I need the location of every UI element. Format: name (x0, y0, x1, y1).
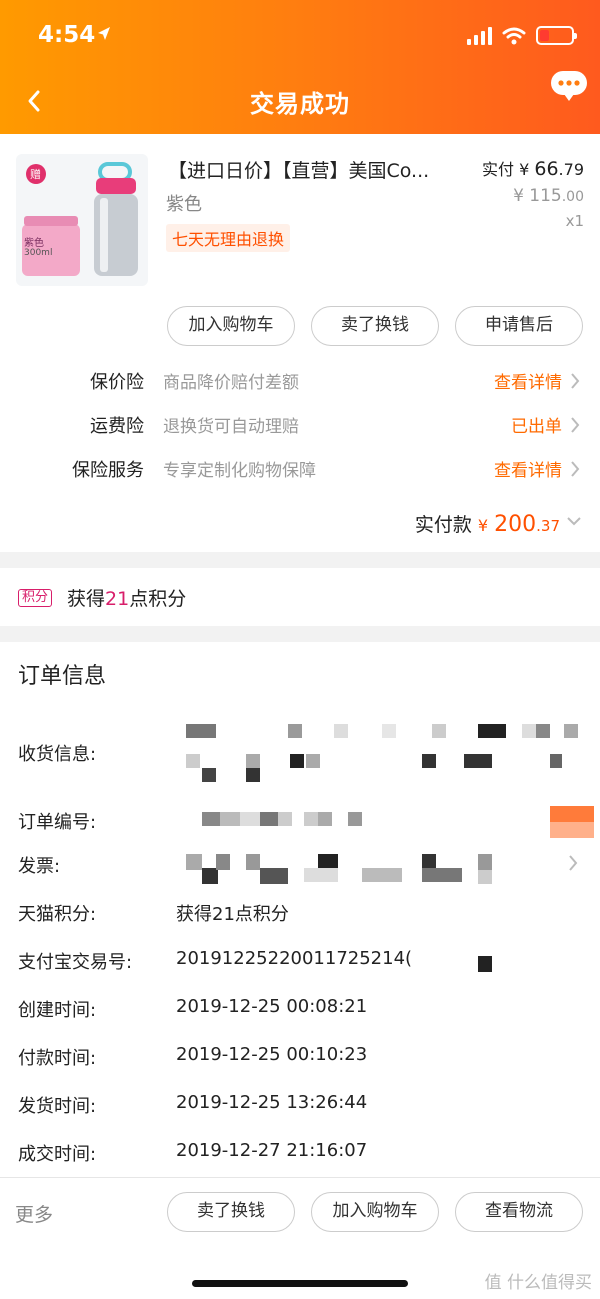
points-text-pre: 获得 (67, 588, 106, 610)
home-indicator[interactable] (192, 1280, 408, 1287)
bottom-action-bar: 更多 卖了换钱 加入购物车 查看物流 值 什么值得买 (0, 1177, 600, 1299)
thumb-color-label: 紫色 (24, 238, 44, 249)
paid-price-dec: .79 (558, 160, 584, 179)
tmall-points-label: 天猫积分: (18, 904, 97, 925)
product-spec: 紫色 (166, 194, 202, 215)
watermark: 值 什么值得买 (484, 1273, 592, 1293)
shipped-time-value: 2019-12-25 13:26:44 (176, 1092, 368, 1113)
order-number-label: 订单编号: (18, 812, 97, 833)
shipped-time-label: 发货时间: (18, 1096, 97, 1117)
insurance-desc: 退换货可自动理赔 (163, 417, 299, 437)
location-arrow-icon (98, 27, 110, 40)
insurance-link[interactable]: 查看详情 (494, 456, 562, 481)
insurance-label: 保险服务 (72, 460, 144, 481)
product-card: 赠 紫色 300ml 【进口日价】【直营】美国Co... 紫色 七天无理由退换 … (0, 134, 600, 552)
bottom-add-to-cart-button[interactable]: 加入购物车 (311, 1192, 439, 1232)
paid-time-value: 2019-12-25 00:10:23 (176, 1044, 368, 1065)
deal-time-label: 成交时间: (18, 1144, 97, 1165)
total-paid: 实付款 ¥ 200.37 (415, 510, 560, 537)
wifi-icon (502, 27, 526, 44)
paid-price-int: 66 (534, 158, 559, 180)
points-card: 积分 获得21点积分 (0, 568, 600, 626)
insurance-row-service[interactable]: 保险服务 专享定制化购物保障 查看详情 (0, 456, 600, 486)
total-dec: .37 (536, 517, 560, 535)
quantity: x1 (565, 212, 584, 230)
invoice-redacted (186, 852, 496, 886)
header-bar: 4:54 交易成功 (0, 0, 600, 134)
product-thumbnail[interactable]: 赠 紫色 300ml (16, 154, 148, 286)
cellular-signal-icon (467, 26, 492, 45)
alipay-trade-label: 支付宝交易号: (18, 952, 133, 973)
page-title: 交易成功 (250, 90, 350, 118)
paid-price-label: 实付 (481, 160, 514, 179)
order-info-card: 订单信息 收货信息: 订单编号: 发票: 天猫积分: 获得21点积分 支付宝交易… (0, 642, 600, 1177)
total-symbol: ¥ (477, 516, 489, 535)
chevron-right-icon (571, 417, 580, 433)
add-to-cart-button[interactable]: 加入购物车 (167, 306, 295, 346)
chevron-down-icon[interactable] (566, 516, 582, 526)
alipay-trade-redacted (478, 956, 492, 972)
chevron-right-icon[interactable] (568, 854, 578, 872)
battery-icon (536, 26, 577, 45)
created-time-label: 创建时间: (18, 1000, 97, 1021)
points-text-post: 点积分 (129, 588, 187, 610)
copy-button-redacted[interactable] (550, 806, 594, 840)
tmall-points-value: 获得21点积分 (176, 904, 289, 925)
total-int: 200 (494, 512, 537, 537)
more-button[interactable]: 更多 (15, 1200, 53, 1227)
insurance-desc: 商品降价赔付差额 (163, 373, 299, 393)
thumb-badge: 赠 (30, 168, 41, 181)
original-price-dec: .00 (561, 189, 584, 205)
insurance-desc: 专享定制化购物保障 (163, 461, 316, 481)
insurance-label: 运费险 (90, 416, 144, 437)
chevron-right-icon (571, 373, 580, 389)
insurance-label: 保价险 (90, 372, 144, 393)
points-num: 21 (105, 588, 130, 610)
paid-price: 实付 ¥ 66.79 (482, 156, 584, 180)
after-sale-button[interactable]: 申请售后 (455, 306, 583, 346)
alipay-trade-value: 20191225220011725214( (176, 948, 413, 969)
message-bubble-icon[interactable] (550, 70, 588, 102)
thumb-volume-label: 300ml (24, 248, 53, 258)
insurance-row-price-protection[interactable]: 保价险 商品降价赔付差额 查看详情 (0, 368, 600, 398)
points-text: 获得21点积分 (67, 584, 186, 611)
chevron-right-icon (571, 461, 580, 477)
total-label: 实付款 (414, 514, 472, 536)
shipping-info-label: 收货信息: (18, 744, 97, 765)
original-price-int: ¥ 115 (513, 186, 562, 206)
paid-time-label: 付款时间: (18, 1048, 97, 1069)
return-policy-tag: 七天无理由退换 (166, 224, 291, 252)
invoice-label: 发票: (18, 856, 61, 877)
bottom-sell-button[interactable]: 卖了换钱 (167, 1192, 295, 1232)
deal-time-value: 2019-12-27 21:16:07 (176, 1140, 368, 1161)
original-price: ¥ 115.00 (513, 186, 584, 206)
order-number-redacted (202, 812, 372, 828)
view-logistics-button[interactable]: 查看物流 (455, 1192, 583, 1232)
created-time-value: 2019-12-25 00:08:21 (176, 996, 368, 1017)
insurance-row-shipping[interactable]: 运费险 退换货可自动理赔 已出单 (0, 412, 600, 442)
status-icons (467, 26, 577, 45)
points-badge: 积分 (18, 589, 53, 607)
product-title[interactable]: 【进口日价】【直营】美国Co... (168, 156, 468, 183)
paid-price-symbol: ¥ (519, 160, 530, 179)
status-time: 4:54 (38, 22, 96, 48)
shipping-info-redacted (186, 722, 586, 788)
sell-button[interactable]: 卖了换钱 (311, 306, 439, 346)
insurance-link[interactable]: 查看详情 (494, 368, 562, 393)
order-info-title: 订单信息 (18, 664, 107, 689)
insurance-link[interactable]: 已出单 (511, 412, 562, 437)
